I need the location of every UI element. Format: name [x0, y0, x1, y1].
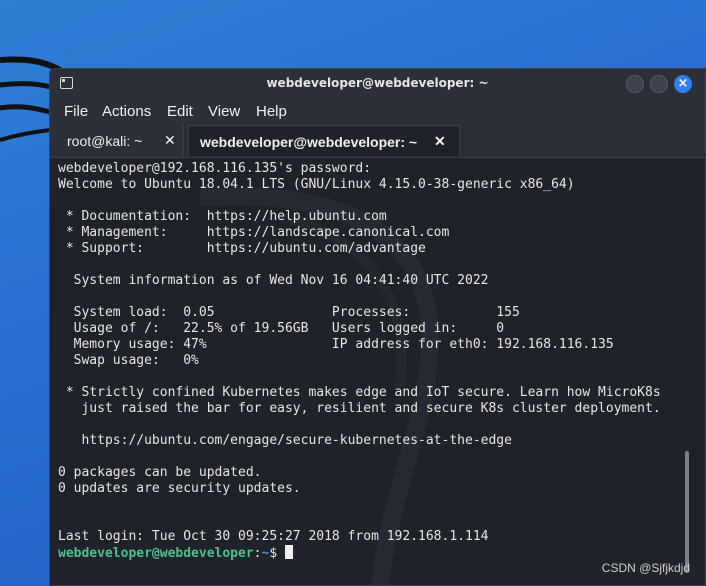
menu-help[interactable]: Help: [256, 103, 287, 120]
terminal-line: * Support: https://ubuntu.com/advantage: [58, 241, 426, 256]
minimize-button[interactable]: [626, 75, 644, 93]
terminal-line: * Strictly confined Kubernetes makes edg…: [58, 385, 661, 400]
terminal-line: System load: 0.05 Processes: 155: [58, 305, 520, 320]
tab-label: root@kali: ~: [67, 133, 143, 149]
shell-prompt[interactable]: webdeveloper@webdeveloper:~$: [58, 545, 661, 561]
terminal-line: Memory usage: 47% IP address for eth0: 1…: [58, 337, 614, 352]
terminal-line: Last login: Tue Oct 30 09:25:27 2018 fro…: [58, 529, 489, 544]
terminal-line: Swap usage: 0%: [58, 353, 199, 368]
terminal-line: Usage of /: 22.5% of 19.56GB Users logge…: [58, 321, 505, 336]
terminal-line: just raised the bar for easy, resilient …: [58, 401, 661, 416]
terminal-line: webdeveloper@192.168.116.135's password:: [58, 161, 372, 176]
terminal-line: 0 packages can be updated.: [58, 465, 262, 480]
menu-bar: File Actions Edit View Help: [50, 99, 705, 125]
terminal-line: 0 updates are security updates.: [58, 481, 301, 496]
tab-bar: root@kali: ~ ✕ webdeveloper@webdeveloper…: [50, 125, 705, 158]
csdn-watermark: CSDN @Sjfjkdjd: [601, 561, 690, 575]
tab-close-icon[interactable]: ✕: [164, 132, 176, 149]
tab-webdeveloper[interactable]: webdeveloper@webdeveloper: ~ ✕: [188, 125, 460, 156]
tab-label: webdeveloper@webdeveloper: ~: [200, 134, 418, 150]
menu-file[interactable]: File: [64, 103, 88, 120]
text-cursor: [284, 545, 293, 559]
menu-view[interactable]: View: [208, 103, 240, 120]
terminal-line: * Documentation: https://help.ubuntu.com: [58, 209, 387, 224]
close-icon: ×: [677, 76, 689, 91]
prompt-symbol: $: [269, 546, 285, 561]
prompt-user: webdeveloper@webdeveloper: [58, 546, 254, 561]
terminal-line: https://ubuntu.com/engage/secure-kuberne…: [58, 433, 512, 448]
maximize-button[interactable]: [650, 75, 668, 93]
window-title: webdeveloper@webdeveloper: ~: [266, 76, 489, 90]
tab-close-icon[interactable]: ✕: [434, 133, 446, 150]
terminal-window: webdeveloper@webdeveloper: ~ × File Acti…: [49, 68, 706, 586]
terminal-scrollbar[interactable]: [685, 451, 689, 573]
title-bar[interactable]: webdeveloper@webdeveloper: ~ ×: [50, 69, 705, 99]
close-button[interactable]: ×: [674, 75, 692, 93]
tab-root-kali[interactable]: root@kali: ~ ✕: [56, 125, 184, 156]
terminal-line: * Management: https://landscape.canonica…: [58, 225, 450, 240]
terminal-line: Welcome to Ubuntu 18.04.1 LTS (GNU/Linux…: [58, 177, 575, 192]
terminal-output[interactable]: webdeveloper@192.168.116.135's password:…: [50, 158, 705, 585]
menu-edit[interactable]: Edit: [167, 103, 193, 120]
terminal-line: System information as of Wed Nov 16 04:4…: [58, 273, 489, 288]
prompt-separator: :: [253, 546, 262, 561]
terminal-text: webdeveloper@192.168.116.135's password:…: [58, 161, 661, 561]
menu-actions[interactable]: Actions: [102, 103, 151, 120]
